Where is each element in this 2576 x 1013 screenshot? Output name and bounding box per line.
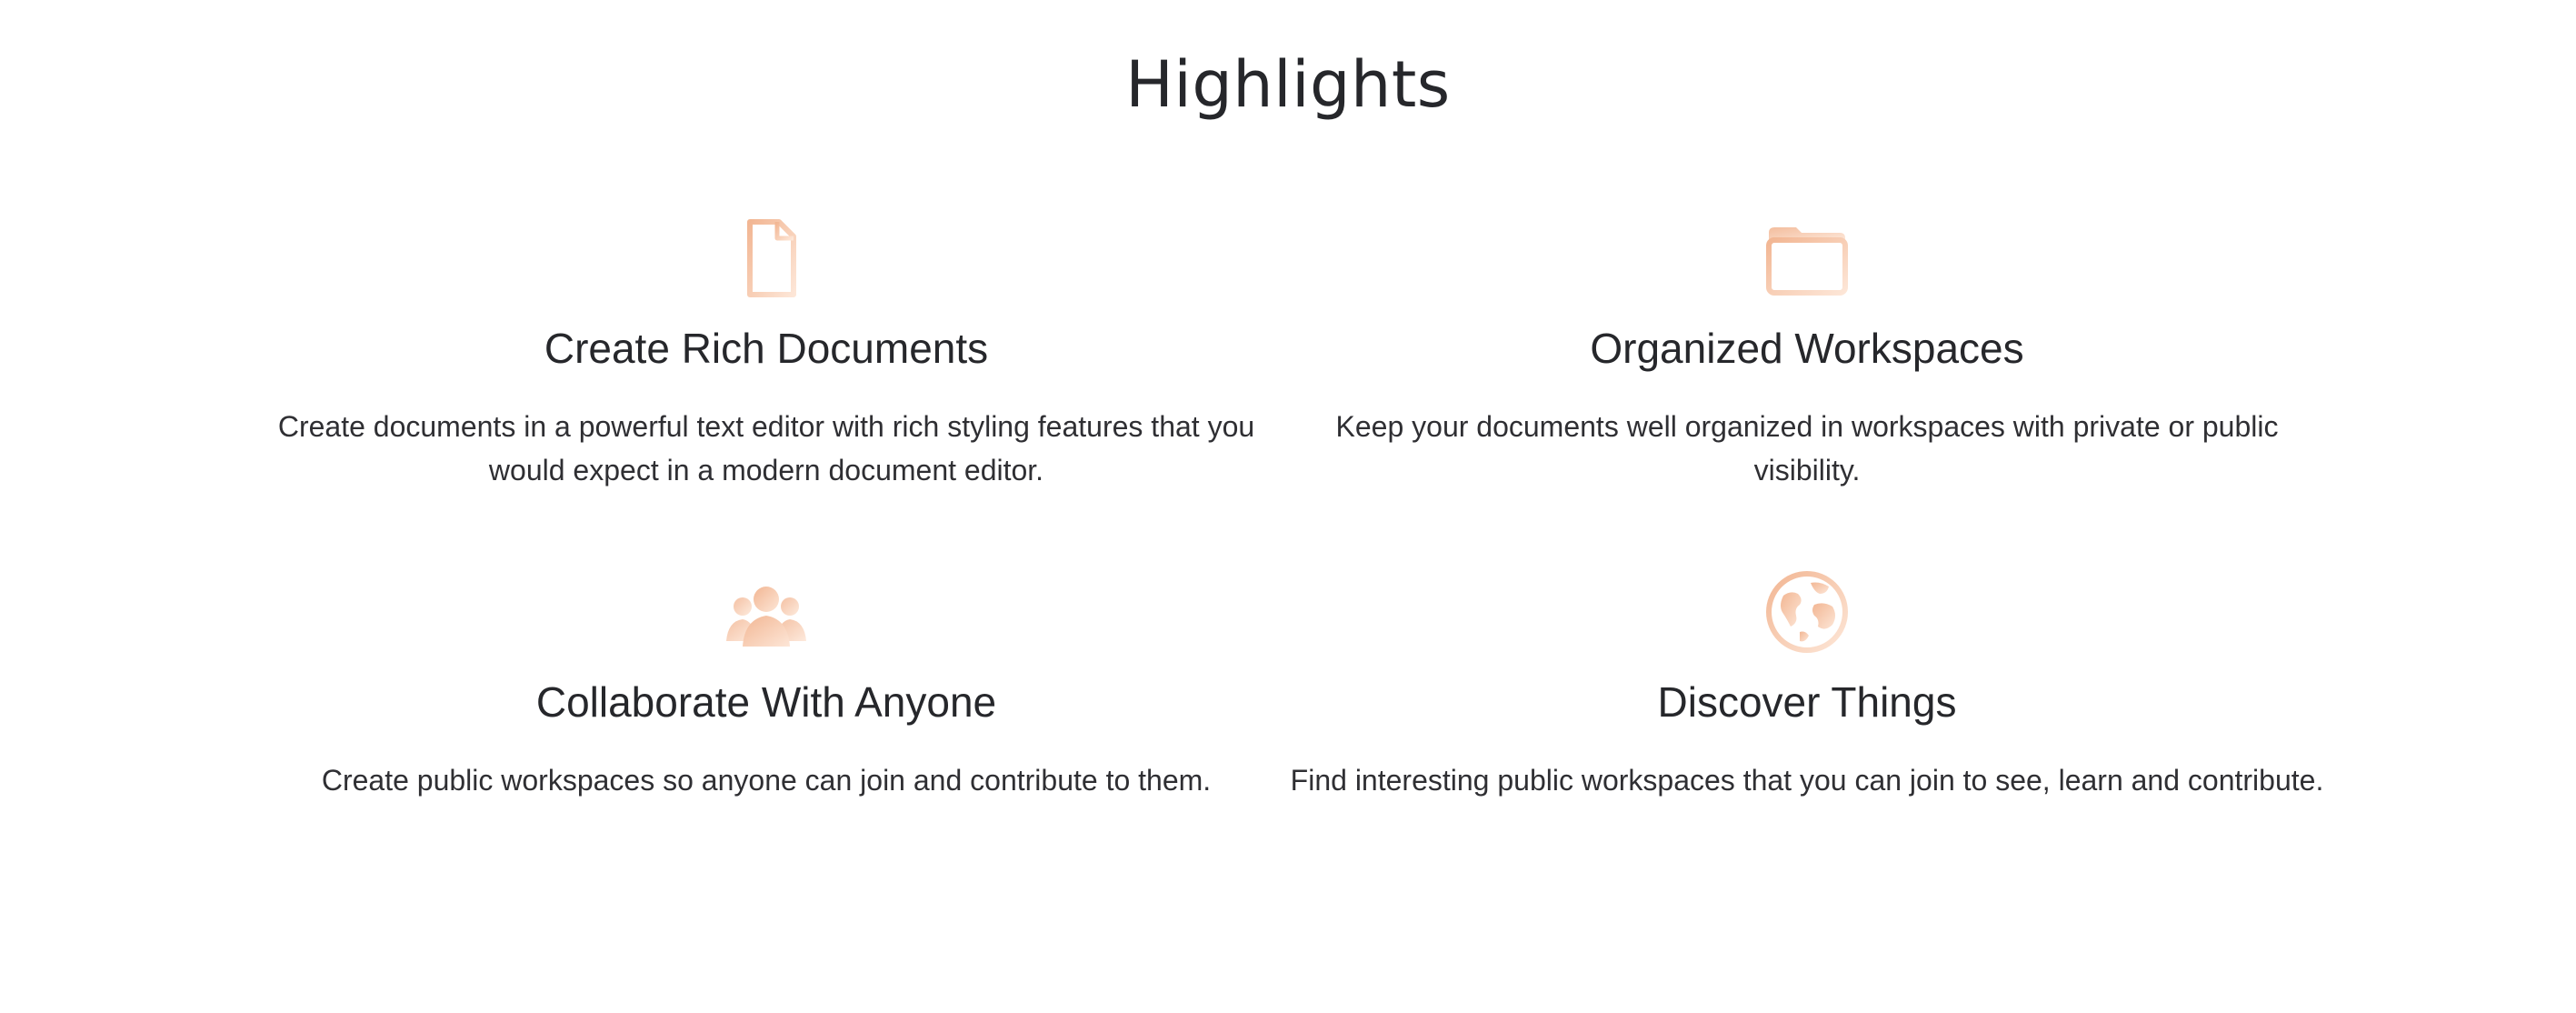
feature-title: Discover Things: [1657, 678, 1957, 726]
feature-description: Keep your documents well organized in wo…: [1335, 410, 2279, 487]
globe-icon: [1766, 571, 1848, 653]
document-icon: [747, 219, 796, 297]
feature-card-collaborate-with-anyone: Collaborate With Anyone Create public wo…: [248, 568, 1284, 802]
folder-icon: [1766, 227, 1848, 296]
feature-title: Organized Workspaces: [1590, 325, 2024, 372]
feature-card-discover-things: Discover Things Find interesting public …: [1289, 568, 2325, 802]
users-icon: [726, 587, 806, 647]
feature-title: Create Rich Documents: [544, 325, 989, 372]
feature-card-organized-workspaces: Organized Workspaces Keep your documents…: [1289, 215, 2325, 492]
feature-card-create-rich-documents: Create Rich Documents Create documents i…: [248, 215, 1284, 492]
feature-description: Create public workspaces so anyone can j…: [321, 764, 1212, 797]
feature-description: Create documents in a powerful text edit…: [277, 410, 1255, 487]
feature-title: Collaborate With Anyone: [535, 678, 997, 726]
section-title: Highlights: [1125, 47, 1451, 122]
feature-description: Find interesting public workspaces that …: [1290, 764, 2324, 797]
